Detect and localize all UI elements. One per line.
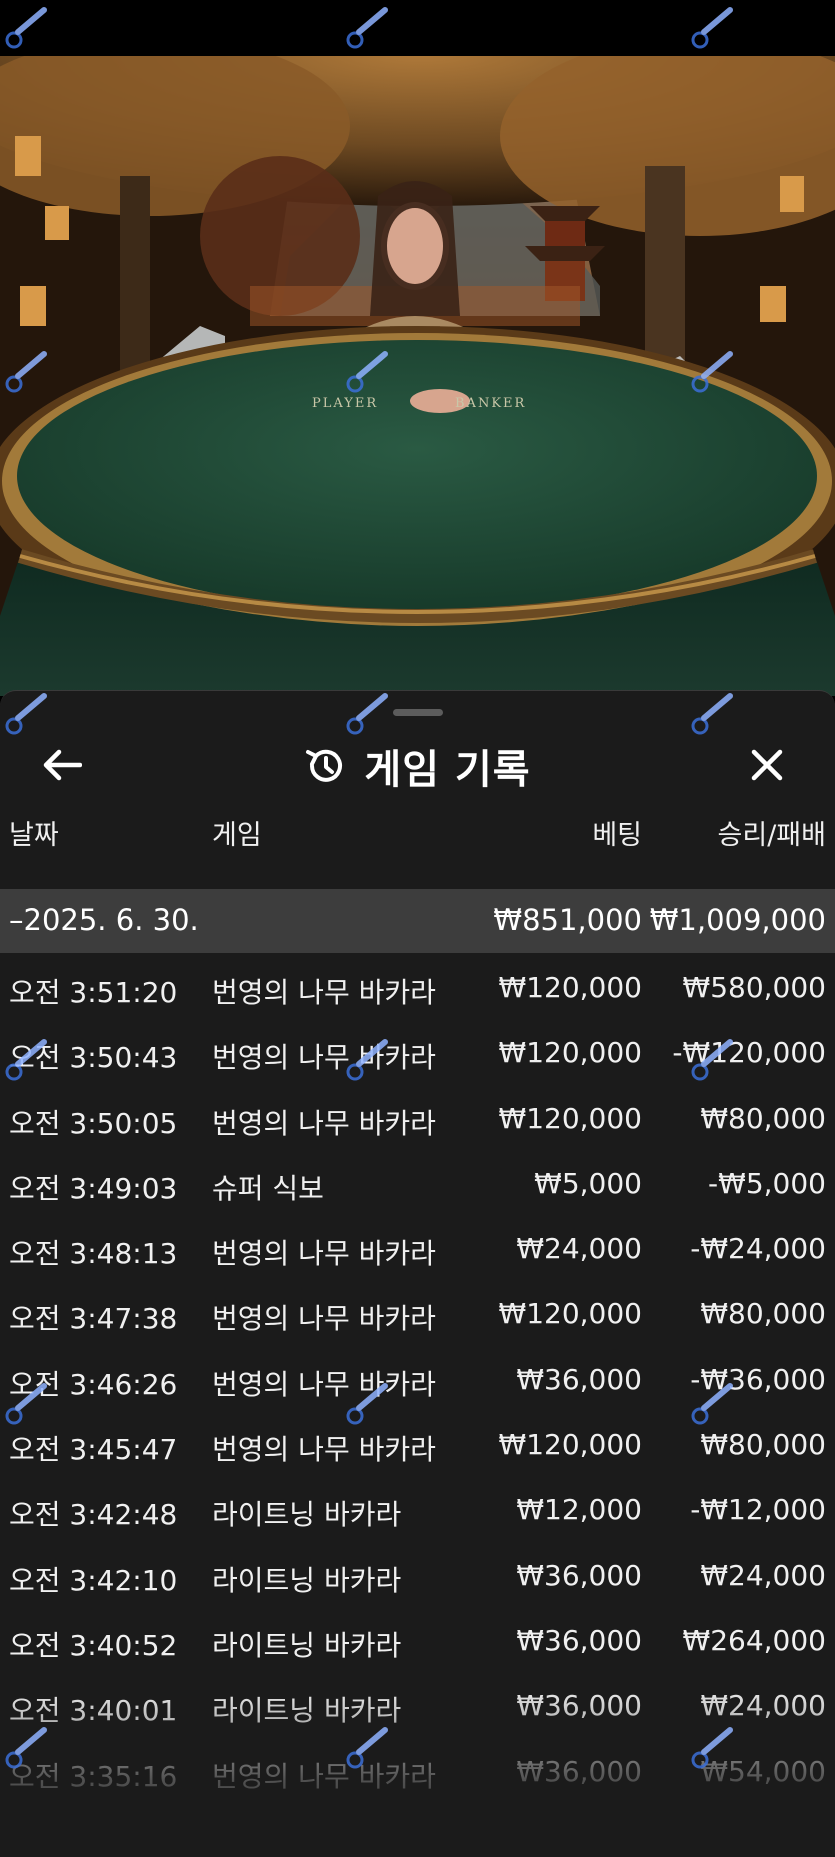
row-bet: ₩36,000 — [516, 1558, 642, 1592]
row-time: 오전 3:50:43 — [9, 1041, 178, 1075]
history-row[interactable]: 오전 3:35:16 번영의 나무 바카라 ₩36,000 ₩54,000 — [0, 1737, 835, 1802]
row-game: 슈퍼 식보 — [212, 1171, 324, 1205]
row-bet: ₩36,000 — [516, 1362, 642, 1396]
summary-bet-total: ₩851,000 — [493, 903, 642, 937]
row-win-loss: -₩36,000 — [690, 1362, 826, 1396]
table-label-banker: BANKER — [455, 396, 527, 411]
row-win-loss: ₩24,000 — [700, 1689, 826, 1723]
row-bet: ₩120,000 — [498, 1428, 642, 1462]
history-row[interactable]: 오전 3:50:43 번영의 나무 바카라 ₩120,000 -₩120,000 — [0, 1018, 835, 1083]
row-time: 오전 3:47:38 — [9, 1302, 178, 1336]
row-bet: ₩24,000 — [516, 1232, 642, 1266]
history-list: 오전 3:51:20 번영의 나무 바카라 ₩120,000 ₩580,000 오전 … — [0, 953, 835, 1802]
row-time: 오전 3:51:20 — [9, 976, 178, 1009]
history-clock-icon — [306, 749, 343, 782]
row-win-loss: ₩80,000 — [700, 1297, 826, 1331]
row-win-loss: -₩24,000 — [690, 1232, 826, 1266]
row-game: 라이트닝 바카라 — [212, 1498, 402, 1532]
row-game: 번영의 나무 바카라 — [212, 1367, 436, 1401]
panel-header: 게임 기록 — [0, 719, 835, 809]
panel-title: 게임 기록 — [364, 747, 531, 793]
row-game: 번영의 나무 바카라 — [212, 976, 436, 1009]
row-win-loss: -₩5,000 — [708, 1166, 826, 1200]
history-row[interactable]: 오전 3:42:10 라이트닝 바카라 ₩36,000 ₩24,000 — [0, 1541, 835, 1606]
date-summary-row[interactable]: –2025. 6. 30. ₩851,000 ₩1,009,000 — [0, 889, 835, 953]
game-history-panel: 게임 기록 날짜 게임 베팅 승리/패배 –2025. 6. 30. ₩851,… — [0, 690, 835, 1857]
row-win-loss: -₩120,000 — [672, 1036, 826, 1070]
row-game: 번영의 나무 바카라 — [212, 1106, 436, 1140]
row-time: 오전 3:50:05 — [9, 1106, 178, 1140]
row-win-loss: ₩580,000 — [682, 971, 826, 1004]
history-row[interactable]: 오전 3:40:01 라이트닝 바카라 ₩36,000 ₩24,000 — [0, 1671, 835, 1736]
casino-scene-image — [0, 56, 835, 696]
row-time: 오전 3:45:47 — [9, 1433, 178, 1467]
history-row[interactable]: 오전 3:40:52 라이트닝 바카라 ₩36,000 ₩264,000 — [0, 1606, 835, 1671]
row-time: 오전 3:40:01 — [9, 1694, 178, 1728]
summary-win-loss-total: ₩1,009,000 — [649, 903, 826, 937]
column-header-date[interactable]: 날짜 — [9, 813, 59, 852]
row-game: 라이트닝 바카라 — [212, 1563, 402, 1597]
row-game: 번영의 나무 바카라 — [212, 1433, 436, 1467]
live-dealer-video[interactable]: PLAYER BANKER — [0, 56, 835, 696]
history-row[interactable]: 오전 3:45:47 번영의 나무 바카라 ₩120,000 ₩80,000 — [0, 1410, 835, 1475]
row-bet: ₩36,000 — [516, 1689, 642, 1723]
row-game: 번영의 나무 바카라 — [212, 1302, 436, 1336]
row-win-loss: ₩24,000 — [700, 1558, 826, 1592]
history-row[interactable]: 오전 3:42:48 라이트닝 바카라 ₩12,000 -₩12,000 — [0, 1475, 835, 1540]
history-row[interactable]: 오전 3:46:26 번영의 나무 바카라 ₩36,000 -₩36,000 — [0, 1345, 835, 1410]
history-row[interactable]: 오전 3:47:38 번영의 나무 바카라 ₩120,000 ₩80,000 — [0, 1279, 835, 1344]
row-bet: ₩120,000 — [498, 1036, 642, 1070]
row-game: 라이트닝 바카라 — [212, 1628, 402, 1662]
row-bet: ₩12,000 — [516, 1493, 642, 1527]
row-win-loss: ₩264,000 — [682, 1623, 826, 1657]
status-bar — [0, 0, 835, 56]
close-icon — [751, 749, 783, 781]
history-row[interactable]: 오전 3:48:13 번영의 나무 바카라 ₩24,000 -₩24,000 — [0, 1214, 835, 1279]
row-win-loss: ₩80,000 — [700, 1428, 826, 1462]
row-bet: ₩5,000 — [534, 1166, 642, 1200]
row-win-loss: -₩12,000 — [690, 1493, 826, 1527]
row-time: 오전 3:42:48 — [9, 1498, 178, 1532]
column-header-bet[interactable]: 베팅 — [592, 813, 642, 852]
row-time: 오전 3:42:10 — [9, 1563, 178, 1597]
row-bet: ₩120,000 — [498, 1297, 642, 1331]
summary-date: –2025. 6. 30. — [9, 903, 199, 937]
row-time: 오전 3:46:26 — [9, 1367, 178, 1401]
row-time: 오전 3:48:13 — [9, 1237, 178, 1271]
close-button[interactable] — [741, 739, 793, 791]
row-time: 오전 3:49:03 — [9, 1171, 178, 1205]
row-bet: ₩36,000 — [516, 1754, 642, 1788]
row-win-loss: ₩54,000 — [700, 1754, 826, 1788]
row-game: 번영의 나무 바카라 — [212, 1041, 436, 1075]
column-header-game[interactable]: 게임 — [212, 813, 262, 852]
row-bet: ₩36,000 — [516, 1623, 642, 1657]
row-win-loss: ₩80,000 — [700, 1101, 826, 1135]
row-game: 번영의 나무 바카라 — [212, 1759, 436, 1793]
row-time: 오전 3:35:16 — [9, 1759, 178, 1793]
row-game: 번영의 나무 바카라 — [212, 1237, 436, 1271]
row-time: 오전 3:40:52 — [9, 1628, 178, 1662]
drag-handle[interactable] — [393, 709, 443, 716]
column-header-win-loss[interactable]: 승리/패배 — [718, 813, 826, 852]
history-row[interactable]: 오전 3:49:03 슈퍼 식보 ₩5,000 -₩5,000 — [0, 1149, 835, 1214]
history-row[interactable]: 오전 3:51:20 번영의 나무 바카라 ₩120,000 ₩580,000 — [0, 953, 835, 1018]
history-row[interactable]: 오전 3:50:05 번영의 나무 바카라 ₩120,000 ₩80,000 — [0, 1084, 835, 1149]
table-label-player: PLAYER — [312, 396, 379, 411]
row-bet: ₩120,000 — [498, 1101, 642, 1135]
row-game: 라이트닝 바카라 — [212, 1694, 402, 1728]
row-bet: ₩120,000 — [498, 971, 642, 1004]
